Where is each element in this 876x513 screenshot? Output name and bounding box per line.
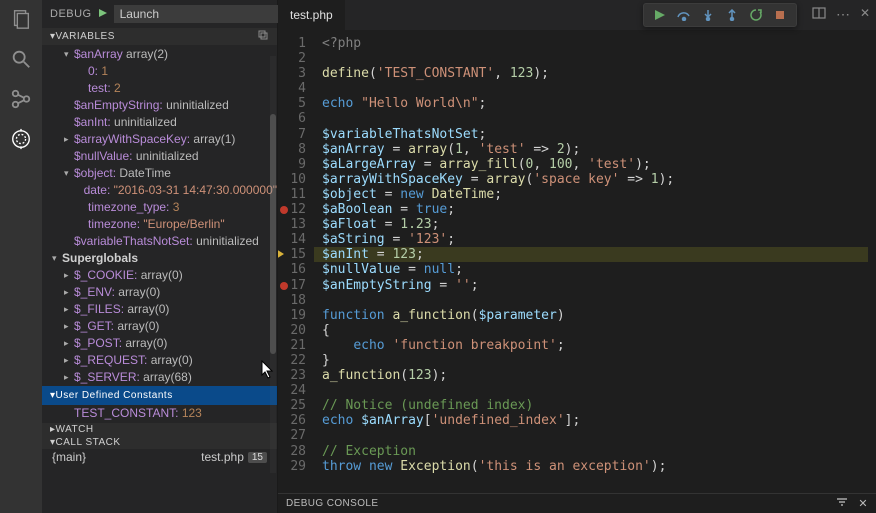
tab-test-php[interactable]: test.php	[278, 0, 346, 30]
watch-panel-header[interactable]: ▸WATCH	[42, 423, 277, 436]
split-editor-icon[interactable]	[812, 6, 826, 23]
var-nullValue[interactable]: $nullValue: uninitialized	[42, 148, 277, 165]
var-anEmptyString[interactable]: $anEmptyString: uninitialized	[42, 97, 277, 114]
step-out-icon[interactable]	[724, 7, 740, 23]
launch-config-select[interactable]	[114, 5, 281, 23]
sidebar-scrollbar[interactable]	[270, 56, 276, 473]
callstack-frame[interactable]: {main} test.php15	[42, 449, 277, 465]
udc-test-constant[interactable]: TEST_CONSTANT: 123	[42, 405, 277, 422]
debug-toolbar[interactable]	[643, 3, 797, 27]
close-panel-icon[interactable]: ✕	[858, 497, 868, 510]
superglobal-3[interactable]: ▸$_GET: array(0)	[42, 318, 277, 335]
var-object-tztype[interactable]: timezone_type: 3	[42, 199, 277, 216]
var-anArray[interactable]: ▾$anArray array(2)	[42, 46, 277, 63]
var-object[interactable]: ▾$object: DateTime	[42, 165, 277, 182]
explorer-icon[interactable]	[10, 8, 32, 30]
superglobal-1[interactable]: ▸$_ENV: array(0)	[42, 284, 277, 301]
code-editor[interactable]: 1234567891011121314151617181920212223242…	[278, 30, 876, 493]
var-notset[interactable]: $variableThatsNotSet: uninitialized	[42, 233, 277, 250]
var-anArray-test[interactable]: test: 2	[42, 80, 277, 97]
editor-actions: ⋯ ✕	[812, 6, 870, 23]
close-editor-icon[interactable]: ✕	[860, 6, 870, 23]
stop-icon[interactable]	[772, 7, 788, 23]
debug-console-header[interactable]: DEBUG CONSOLE ✕	[278, 493, 876, 513]
superglobal-5[interactable]: ▸$_REQUEST: array(0)	[42, 352, 277, 369]
continue-icon[interactable]	[652, 7, 668, 23]
debug-sidebar: DEBUG ▾VARIABLES ▾$anArray array(2) 0: 1…	[42, 0, 278, 513]
var-anArray-0[interactable]: 0: 1	[42, 63, 277, 80]
superglobal-4[interactable]: ▸$_POST: array(0)	[42, 335, 277, 352]
var-object-date[interactable]: date: "2016-03-31 14:47:30.000000"	[42, 182, 277, 199]
superglobal-0[interactable]: ▸$_COOKIE: array(0)	[42, 267, 277, 284]
callstack-panel-header[interactable]: ▾CALL STACK	[42, 436, 277, 449]
search-icon[interactable]	[10, 48, 32, 70]
sidebar-title: DEBUG	[50, 8, 92, 20]
superglobal-6[interactable]: ▸$_SERVER: array(68)	[42, 369, 277, 386]
scope-udc-header[interactable]: ▾User Defined Constants	[42, 386, 277, 405]
variables-tree: ▾$anArray array(2) 0: 1 test: 2 $anEmpty…	[42, 45, 277, 423]
superglobal-2[interactable]: ▸$_FILES: array(0)	[42, 301, 277, 318]
more-icon[interactable]: ⋯	[836, 6, 850, 23]
editor-area: test.php ⋯ ✕ 123456789101112131415161718…	[278, 0, 876, 513]
restart-icon[interactable]	[748, 7, 764, 23]
scope-superglobals[interactable]: ▾Superglobals	[42, 250, 277, 267]
start-debug-icon[interactable]	[98, 7, 108, 21]
code-lines[interactable]: <?phpdefine('TEST_CONSTANT', 123);echo "…	[314, 30, 876, 493]
line-gutter[interactable]: 1234567891011121314151617181920212223242…	[278, 30, 314, 493]
activity-bar	[0, 0, 42, 513]
sidebar-header: DEBUG	[42, 0, 277, 28]
var-anInt[interactable]: $anInt: uninitialized	[42, 114, 277, 131]
var-arrayWithSpaceKey[interactable]: ▸$arrayWithSpaceKey: array(1)	[42, 131, 277, 148]
filter-icon[interactable]	[836, 497, 848, 510]
step-over-icon[interactable]	[676, 7, 692, 23]
var-object-tz[interactable]: timezone: "Europe/Berlin"	[42, 216, 277, 233]
variables-panel-header[interactable]: ▾VARIABLES	[42, 28, 277, 45]
scm-icon[interactable]	[10, 88, 32, 110]
step-into-icon[interactable]	[700, 7, 716, 23]
debug-icon[interactable]	[10, 128, 32, 150]
collapse-all-icon[interactable]	[257, 29, 269, 44]
